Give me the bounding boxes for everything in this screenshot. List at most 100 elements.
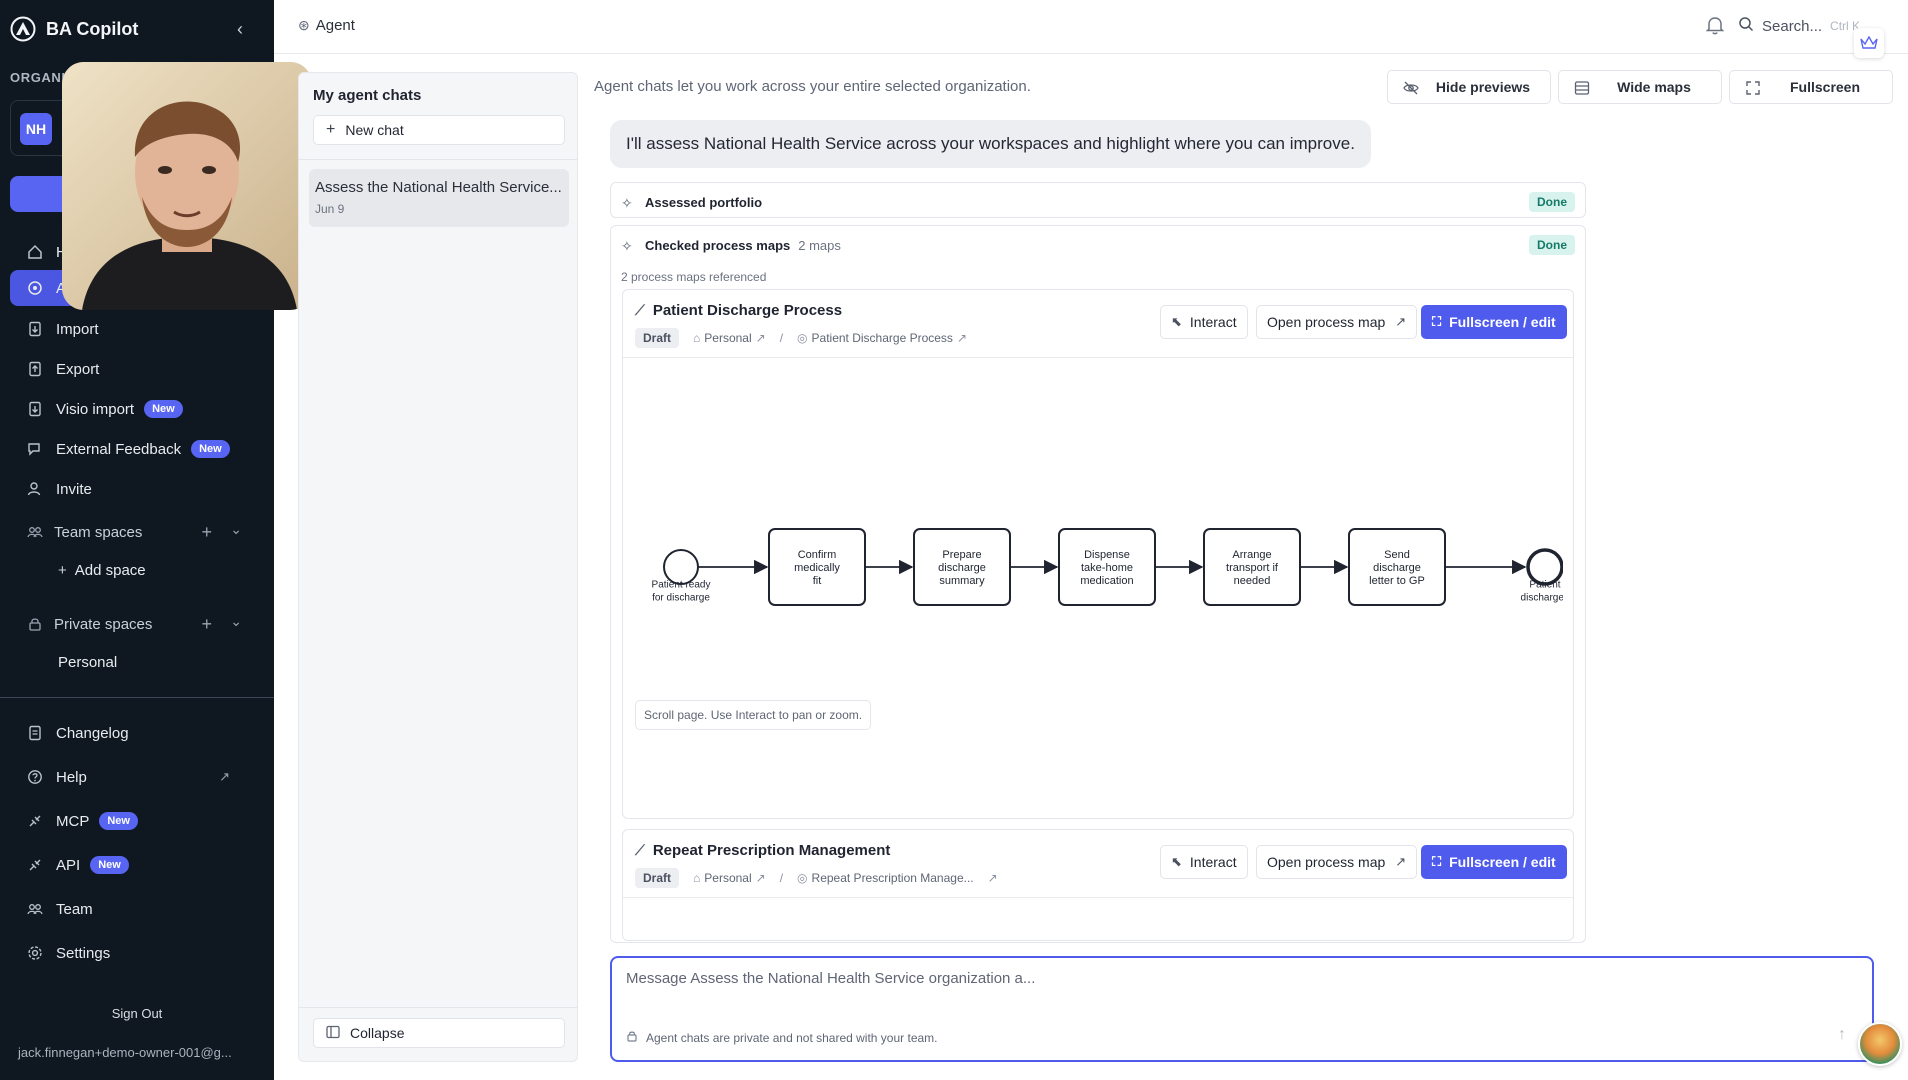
sidebar-item-label: Invite [56,480,92,498]
mcp-icon [26,812,44,830]
app-logo-icon [10,16,36,42]
assistant-avatar[interactable] [1858,1022,1902,1066]
privacy-note-text: Agent chats are private and not shared w… [646,1030,938,1045]
open-process-map-button[interactable]: Open process map ↗ [1256,305,1418,339]
sidebar-item-mcp[interactable]: MCP New [10,803,264,839]
team-spaces-section[interactable]: Team spaces + ⌄ [10,515,264,549]
process-map-card: ⟋ Patient Discharge Process Draft ⌂ Pers… [622,289,1574,819]
upgrade-crown-icon[interactable] [1854,28,1884,58]
map-icon: ◎ [797,331,808,345]
send-arrow-icon[interactable]: ↑ [1838,1026,1846,1044]
sidebar-item-api[interactable]: API New [10,847,264,883]
chevron-down-icon[interactable]: ⌄ [230,613,242,630]
sidebar-item-invite[interactable]: Invite [10,471,264,507]
add-team-space-plus-icon[interactable]: + [201,522,212,543]
help-icon [26,768,44,786]
sidebar-item-external-feedback[interactable]: External Feedback New [10,431,264,467]
step-title: Assessed portfolio [645,195,763,210]
fullscreen-edit-button[interactable]: ⛶ Fullscreen / edit [1421,305,1567,339]
add-space-button[interactable]: + Add space [58,562,146,579]
chat-title: Assess the National Health Service... [315,179,562,196]
step-title-text: Checked process maps [645,238,791,253]
visio-icon [26,400,44,418]
space-link[interactable]: Personal [704,871,751,885]
interact-label: Interact [1189,854,1237,870]
sidebar-item-personal[interactable]: Personal [58,654,117,671]
hide-previews-label: Hide previews [1435,79,1531,95]
wide-maps-label: Wide maps [1617,79,1691,95]
sidebar-item-help[interactable]: Help ↗ [10,759,264,795]
status-badge: Done [1529,192,1575,212]
agent-icon [26,279,44,297]
step-assessed-portfolio[interactable]: ✧ Assessed portfolio Done [610,182,1586,218]
private-spaces-label: Private spaces [54,615,153,633]
fullscreen-label: Fullscreen [1789,79,1861,95]
sidebar-item-import[interactable]: Import [10,311,264,347]
lock-icon [26,615,44,633]
process-map-link[interactable]: Patient Discharge Process [812,331,953,345]
process-map-header: ⟋ Repeat Prescription Management Draft ⌂… [623,830,1573,898]
collapse-label: Collapse [350,1025,405,1041]
sidebar-item-changelog[interactable]: Changelog [10,715,264,751]
interact-label: Interact [1189,314,1237,330]
open-process-map-label: Open process map [1267,854,1386,870]
chevron-down-icon[interactable]: ⌄ [230,521,242,538]
agent-icon: ⊛ [298,17,310,33]
message-composer[interactable]: Message Assess the National Health Servi… [610,956,1874,1062]
sign-out-button[interactable]: Sign Out [0,1006,274,1021]
changelog-icon [26,724,44,742]
user-email: jack.finnegan+demo-owner-001@g... [18,1045,232,1060]
breadcrumb-agent[interactable]: Agent [316,17,355,34]
add-private-space-plus-icon[interactable]: + [201,614,212,635]
sidebar-item-label: Import [56,320,99,338]
open-process-map-button[interactable]: Open process map ↗ [1256,845,1418,879]
process-map-link[interactable]: Repeat Prescription Manage... [812,871,974,885]
divider [299,1007,577,1008]
private-spaces-section[interactable]: Private spaces + ⌄ [10,607,264,641]
message-input-placeholder[interactable]: Message Assess the National Health Servi… [626,970,1035,987]
sidebar-divider [0,697,274,698]
chat-list-item[interactable]: Assess the National Health Service... Ju… [309,169,569,227]
user-message-bubble: I'll assess National Health Service acro… [610,120,1371,168]
fullscreen-edit-button[interactable]: ⛶ Fullscreen / edit [1421,845,1567,879]
sidebar-item-label: Visio import [56,400,135,418]
search-label: Search... [1762,17,1823,35]
process-map-header: ⟋ Patient Discharge Process Draft ⌂ Pers… [623,290,1573,358]
interact-button[interactable]: ⬉ Interact [1160,305,1248,339]
import-icon [26,320,44,338]
collapse-chat-list-button[interactable]: Collapse [313,1018,565,1048]
separator: / [779,331,784,345]
cursor-icon: ⬉ [1171,854,1182,869]
wide-maps-button[interactable]: Wide maps [1558,70,1722,104]
new-badge: New [99,812,138,830]
sidebar-item-export[interactable]: Export [10,351,264,387]
sidebar-item-label: External Feedback [56,440,182,458]
step-references: 2 process maps referenced [621,270,767,284]
sidebar-item-team[interactable]: Team [10,891,264,927]
breadcrumb: ⊛ Agent [298,17,355,34]
external-link-icon: ↗ [987,871,998,885]
expand-icon: ⛶ [1432,314,1442,329]
chat-list-panel: My agent chats + New chat Assess the Nat… [298,72,578,1062]
chat-list-title: My agent chats [313,87,422,104]
hide-previews-button[interactable]: Hide previews [1387,70,1551,104]
step-title: Checked process maps 2 maps [645,238,841,253]
open-process-map-label: Open process map [1267,314,1386,330]
org-avatar: NH [20,113,52,145]
trend-icon: ⟋ [635,302,645,318]
collapse-sidebar-chevron-icon[interactable]: ‹ [230,19,250,39]
sidebar-item-visio-import[interactable]: Visio import New [10,391,264,427]
notifications-bell-icon[interactable] [1704,14,1726,36]
space-link[interactable]: Personal [704,331,751,345]
new-badge: New [191,440,230,458]
new-chat-button[interactable]: + New chat [313,115,565,145]
plus-icon: + [326,121,336,138]
fullscreen-button[interactable]: Fullscreen [1729,70,1893,104]
interact-button[interactable]: ⬉ Interact [1160,845,1248,879]
sparkle-icon: ✧ [621,238,633,254]
start-event-label: Patient ready for discharge [652,580,711,604]
trend-icon: ⟋ [635,842,645,858]
sidebar-item-settings[interactable]: Settings [10,935,264,971]
new-badge: New [90,856,129,874]
sidebar-item-label: Settings [56,944,111,962]
